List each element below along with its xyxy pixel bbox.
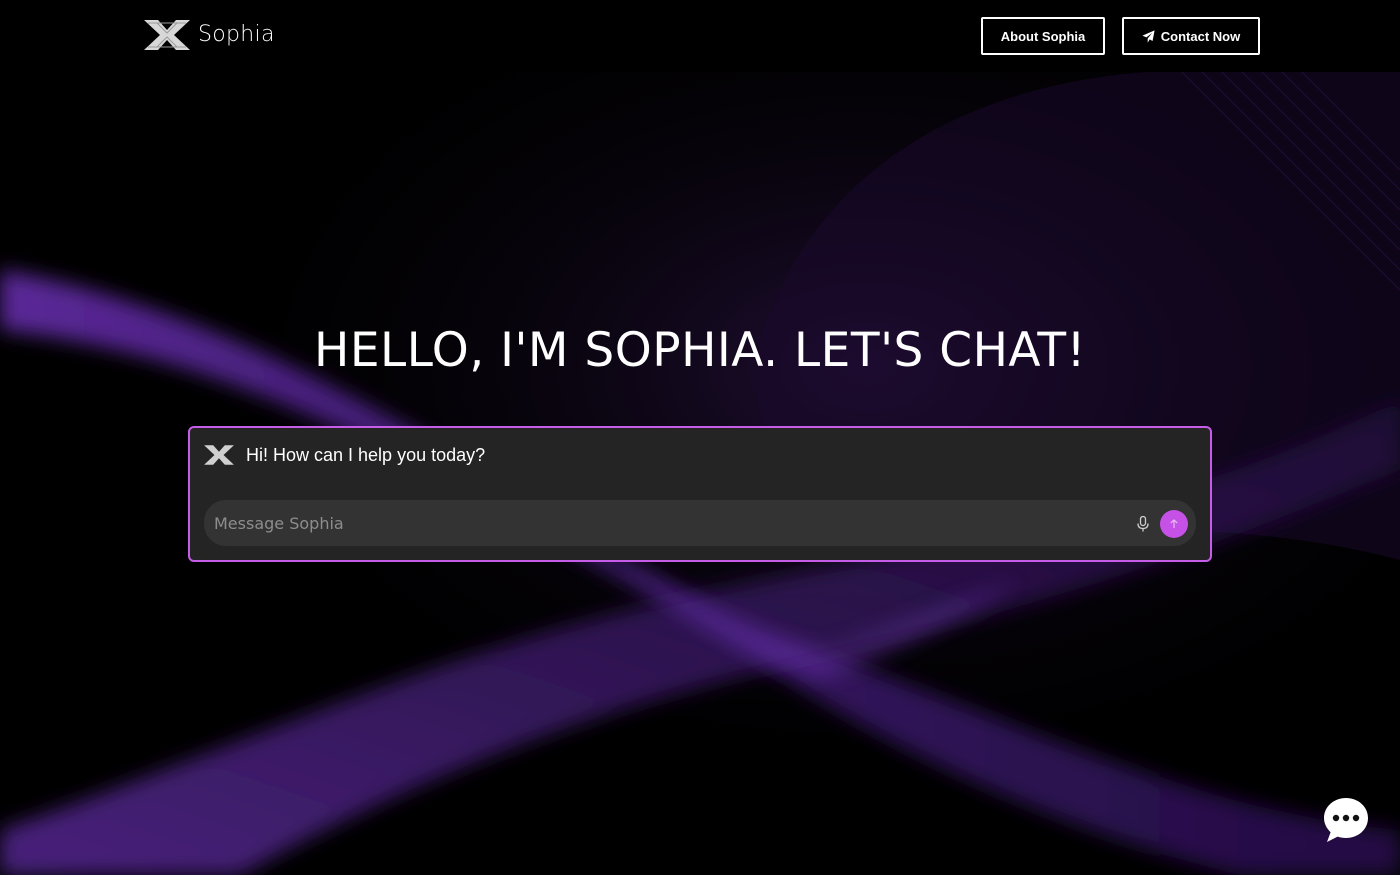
chat-bubble-icon xyxy=(1324,798,1368,842)
contact-now-button[interactable]: Contact Now xyxy=(1122,17,1260,55)
page: Sophia About Sophia Contact Now HELLO, I… xyxy=(0,0,1400,875)
site-header: Sophia About Sophia Contact Now xyxy=(0,0,1400,72)
about-sophia-label: About Sophia xyxy=(1000,28,1086,44)
brand-home-link[interactable]: Sophia xyxy=(144,18,275,52)
chat-panel: Hi! How can I help you today? xyxy=(188,426,1212,562)
bot-greeting-text: Hi! How can I help you today? xyxy=(246,444,486,465)
x-logo-icon xyxy=(144,20,190,50)
about-sophia-button[interactable]: About Sophia xyxy=(981,17,1105,55)
message-input-row xyxy=(204,500,1196,546)
brand-name: Sophia xyxy=(198,21,275,47)
voice-input-button[interactable] xyxy=(1134,514,1152,534)
paper-plane-icon xyxy=(1142,29,1155,43)
chat-launcher-button[interactable] xyxy=(1322,796,1370,844)
hero-headline: HELLO, I'M SOPHIA. LET'S CHAT! xyxy=(314,323,1086,378)
contact-now-label: Contact Now xyxy=(1160,28,1241,44)
sophia-avatar-icon xyxy=(204,445,234,465)
send-message-button[interactable] xyxy=(1160,510,1188,538)
microphone-icon xyxy=(1137,516,1149,532)
arrow-up-icon xyxy=(1170,519,1178,528)
message-input[interactable] xyxy=(214,500,1114,546)
bot-message: Hi! How can I help you today? xyxy=(204,444,485,466)
